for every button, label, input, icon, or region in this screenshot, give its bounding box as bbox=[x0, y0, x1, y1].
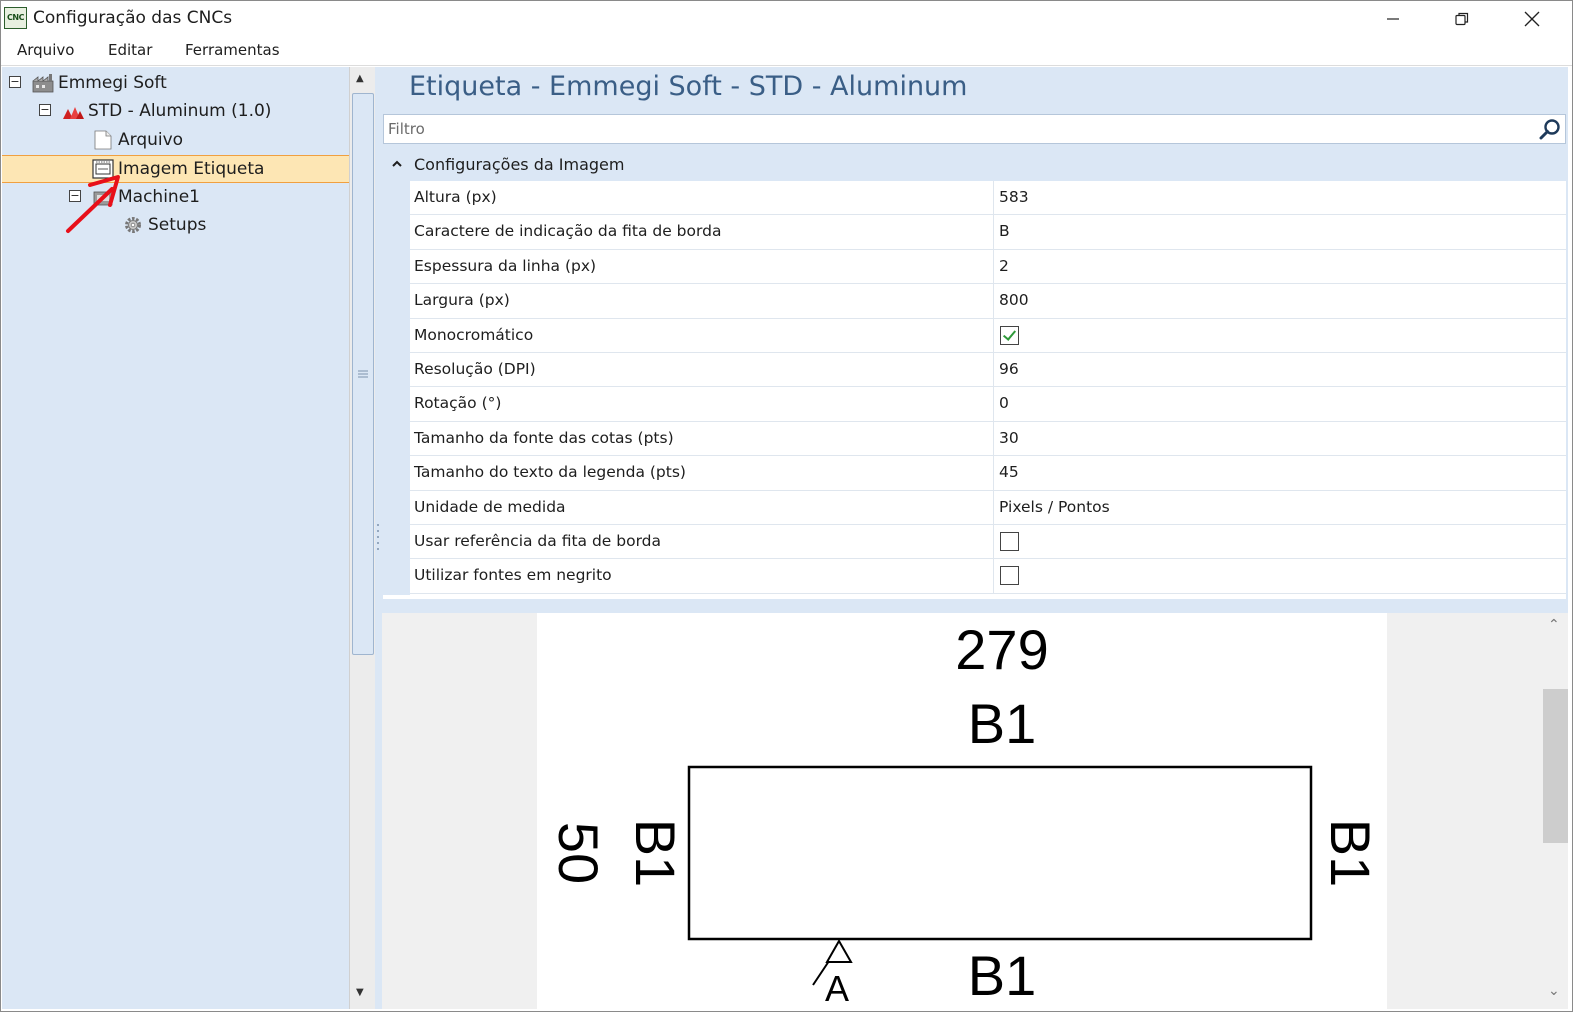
checkbox-monocromatico[interactable] bbox=[1000, 325, 1019, 345]
prop-row-monocromatico[interactable]: Monocromático bbox=[410, 318, 1566, 353]
prop-value[interactable]: B bbox=[999, 222, 1010, 240]
collapse-toggle-emmegi[interactable]: − bbox=[9, 76, 21, 88]
prop-name: Espessura da linha (px) bbox=[414, 256, 597, 275]
prop-name: Altura (px) bbox=[414, 188, 497, 206]
filter-input[interactable] bbox=[388, 117, 1528, 141]
file-icon bbox=[94, 130, 112, 150]
menu-ferramentas[interactable]: Ferramentas bbox=[185, 41, 280, 59]
collapse-toggle-std[interactable]: − bbox=[39, 104, 51, 116]
prop-name: Utilizar fontes em negrito bbox=[414, 566, 612, 585]
tree-node-label: Machine1 bbox=[118, 187, 200, 207]
label-piece-rectangle bbox=[687, 765, 1313, 941]
grip-icon bbox=[358, 370, 368, 378]
tree-node-label: Emmegi Soft bbox=[58, 73, 167, 93]
pane-title: Etiqueta - Emmegi Soft - STD - Aluminum bbox=[409, 71, 968, 102]
prop-row-fonte-cotas[interactable]: Tamanho da fonte das cotas (pts) 30 bbox=[410, 421, 1566, 457]
preview-scrollbar[interactable]: ⌃ ⌄ bbox=[1543, 613, 1568, 1009]
tree-node-arquivo[interactable]: Arquivo bbox=[92, 126, 183, 154]
menu-editar[interactable]: Editar bbox=[108, 41, 152, 59]
close-button[interactable] bbox=[1497, 1, 1567, 36]
scroll-up-icon[interactable]: ▲ bbox=[356, 73, 364, 84]
menu-bar: Arquivo Editar Ferramentas bbox=[1, 36, 1572, 66]
tree-panel: − Emmegi Soft − STD - Aluminum (1.0) Arq… bbox=[2, 67, 349, 1009]
filter-box[interactable] bbox=[383, 114, 1566, 144]
prop-row-fontes-negrito[interactable]: Utilizar fontes em negrito bbox=[410, 559, 1566, 594]
prop-value[interactable]: Pixels / Pontos bbox=[999, 498, 1110, 516]
restore-button[interactable] bbox=[1427, 1, 1497, 36]
prop-name: Resolução (DPI) bbox=[414, 360, 536, 378]
search-icon[interactable] bbox=[1539, 118, 1561, 140]
menu-arquivo[interactable]: Arquivo bbox=[17, 41, 74, 59]
window-title: Configuração das CNCs bbox=[33, 8, 233, 28]
prop-row-espessura[interactable]: Espessura da linha (px) 2 bbox=[410, 249, 1566, 285]
height-dimension: 50 bbox=[547, 822, 610, 884]
title-bar: CNC Configuração das CNCs bbox=[1, 1, 1572, 36]
tree-node-setups[interactable]: Setups bbox=[122, 211, 206, 239]
prop-value[interactable]: 2 bbox=[999, 257, 1009, 275]
app-window: CNC Configuração das CNCs Arquivo Editar… bbox=[0, 0, 1573, 1012]
restore-icon bbox=[1455, 12, 1469, 25]
prop-value[interactable]: 45 bbox=[999, 463, 1019, 481]
prop-value[interactable]: 583 bbox=[999, 188, 1029, 206]
prop-name: Rotação (°) bbox=[414, 394, 502, 413]
group-header[interactable]: Configurações da Imagem bbox=[383, 149, 1566, 181]
prop-name: Monocromático bbox=[414, 325, 534, 344]
prop-row-rotacao[interactable]: Rotação (°) 0 bbox=[410, 387, 1566, 422]
prop-name: Caractere de indicação da fita de borda bbox=[414, 222, 722, 241]
tree-node-label: Arquivo bbox=[118, 130, 184, 150]
prop-name: Largura (px) bbox=[414, 291, 510, 310]
panel-splitter[interactable] bbox=[375, 67, 382, 1009]
edge-label-bottom: B1 bbox=[968, 944, 1037, 1007]
reference-mark: A bbox=[825, 968, 849, 1009]
reference-triangle-icon bbox=[825, 938, 853, 963]
close-icon bbox=[1524, 11, 1540, 26]
profile-icon bbox=[63, 107, 84, 119]
app-icon: CNC bbox=[4, 7, 27, 29]
prop-row-referencia-fita[interactable]: Usar referência da fita de borda bbox=[410, 525, 1566, 560]
prop-value[interactable]: 800 bbox=[999, 291, 1029, 309]
label-preview-canvas: 279 B1 50 B1 B1 B1 A bbox=[537, 613, 1387, 1009]
prop-name: Unidade de medida bbox=[414, 497, 566, 516]
checkbox-referencia-fita[interactable] bbox=[1000, 532, 1019, 551]
scroll-up-icon[interactable]: ⌃ bbox=[1548, 617, 1560, 633]
prop-value[interactable]: 0 bbox=[999, 394, 1009, 412]
width-dimension: 279 bbox=[955, 618, 1048, 681]
preview-scroll-thumb[interactable] bbox=[1543, 689, 1568, 843]
prop-row-texto-legenda[interactable]: Tamanho do texto da legenda (pts) 45 bbox=[410, 456, 1566, 491]
tree-node-emmegi-soft[interactable]: Emmegi Soft bbox=[32, 69, 167, 97]
group-label: Configurações da Imagem bbox=[414, 155, 625, 174]
property-grid: Configurações da Imagem Altura (px) 583 … bbox=[383, 149, 1566, 691]
prop-row-unidade[interactable]: Unidade de medida Pixels / Pontos bbox=[410, 490, 1566, 525]
scroll-down-icon[interactable]: ▼ bbox=[356, 987, 364, 998]
prop-row-altura[interactable]: Altura (px) 583 bbox=[410, 181, 1566, 216]
edge-label-left: B1 bbox=[624, 819, 687, 888]
annotation-arrow-icon bbox=[66, 175, 120, 233]
label-preview-area: 279 B1 50 B1 B1 B1 A bbox=[382, 613, 1543, 1009]
tree-node-label: STD - Aluminum (1.0) bbox=[88, 101, 272, 121]
tree-node-std-aluminum[interactable]: STD - Aluminum (1.0) bbox=[62, 97, 271, 125]
grid-gutter bbox=[383, 181, 410, 595]
checkbox-fontes-negrito[interactable] bbox=[1000, 566, 1019, 586]
tree-scrollbar[interactable]: ▲ ▼ bbox=[349, 67, 375, 1009]
scroll-down-icon[interactable]: ⌄ bbox=[1548, 983, 1560, 999]
tree-node-label: Setups bbox=[148, 215, 207, 235]
tree-scroll-thumb[interactable] bbox=[352, 93, 374, 655]
prop-name: Tamanho do texto da legenda (pts) bbox=[414, 463, 686, 482]
prop-name: Usar referência da fita de borda bbox=[414, 532, 662, 550]
chevron-up-icon[interactable] bbox=[391, 158, 403, 170]
minimize-icon bbox=[1387, 17, 1399, 20]
edge-label-right: B1 bbox=[1319, 819, 1382, 888]
prop-name: Tamanho da fonte das cotas (pts) bbox=[414, 428, 674, 447]
minimize-button[interactable] bbox=[1358, 1, 1428, 36]
factory-icon bbox=[32, 74, 54, 93]
prop-value[interactable]: 96 bbox=[999, 360, 1019, 378]
edge-label-top: B1 bbox=[968, 692, 1037, 755]
tree-node-label: Imagem Etiqueta bbox=[118, 159, 265, 179]
prop-row-largura[interactable]: Largura (px) 800 bbox=[410, 284, 1566, 319]
prop-row-resolucao[interactable]: Resolução (DPI) 96 bbox=[410, 353, 1566, 388]
splitter-grip-icon bbox=[377, 524, 379, 550]
label-drawing: 279 B1 50 B1 B1 B1 A bbox=[547, 618, 1382, 1009]
prop-value[interactable]: 30 bbox=[999, 429, 1019, 447]
prop-row-caractere[interactable]: Caractere de indicação da fita de borda … bbox=[410, 215, 1566, 250]
